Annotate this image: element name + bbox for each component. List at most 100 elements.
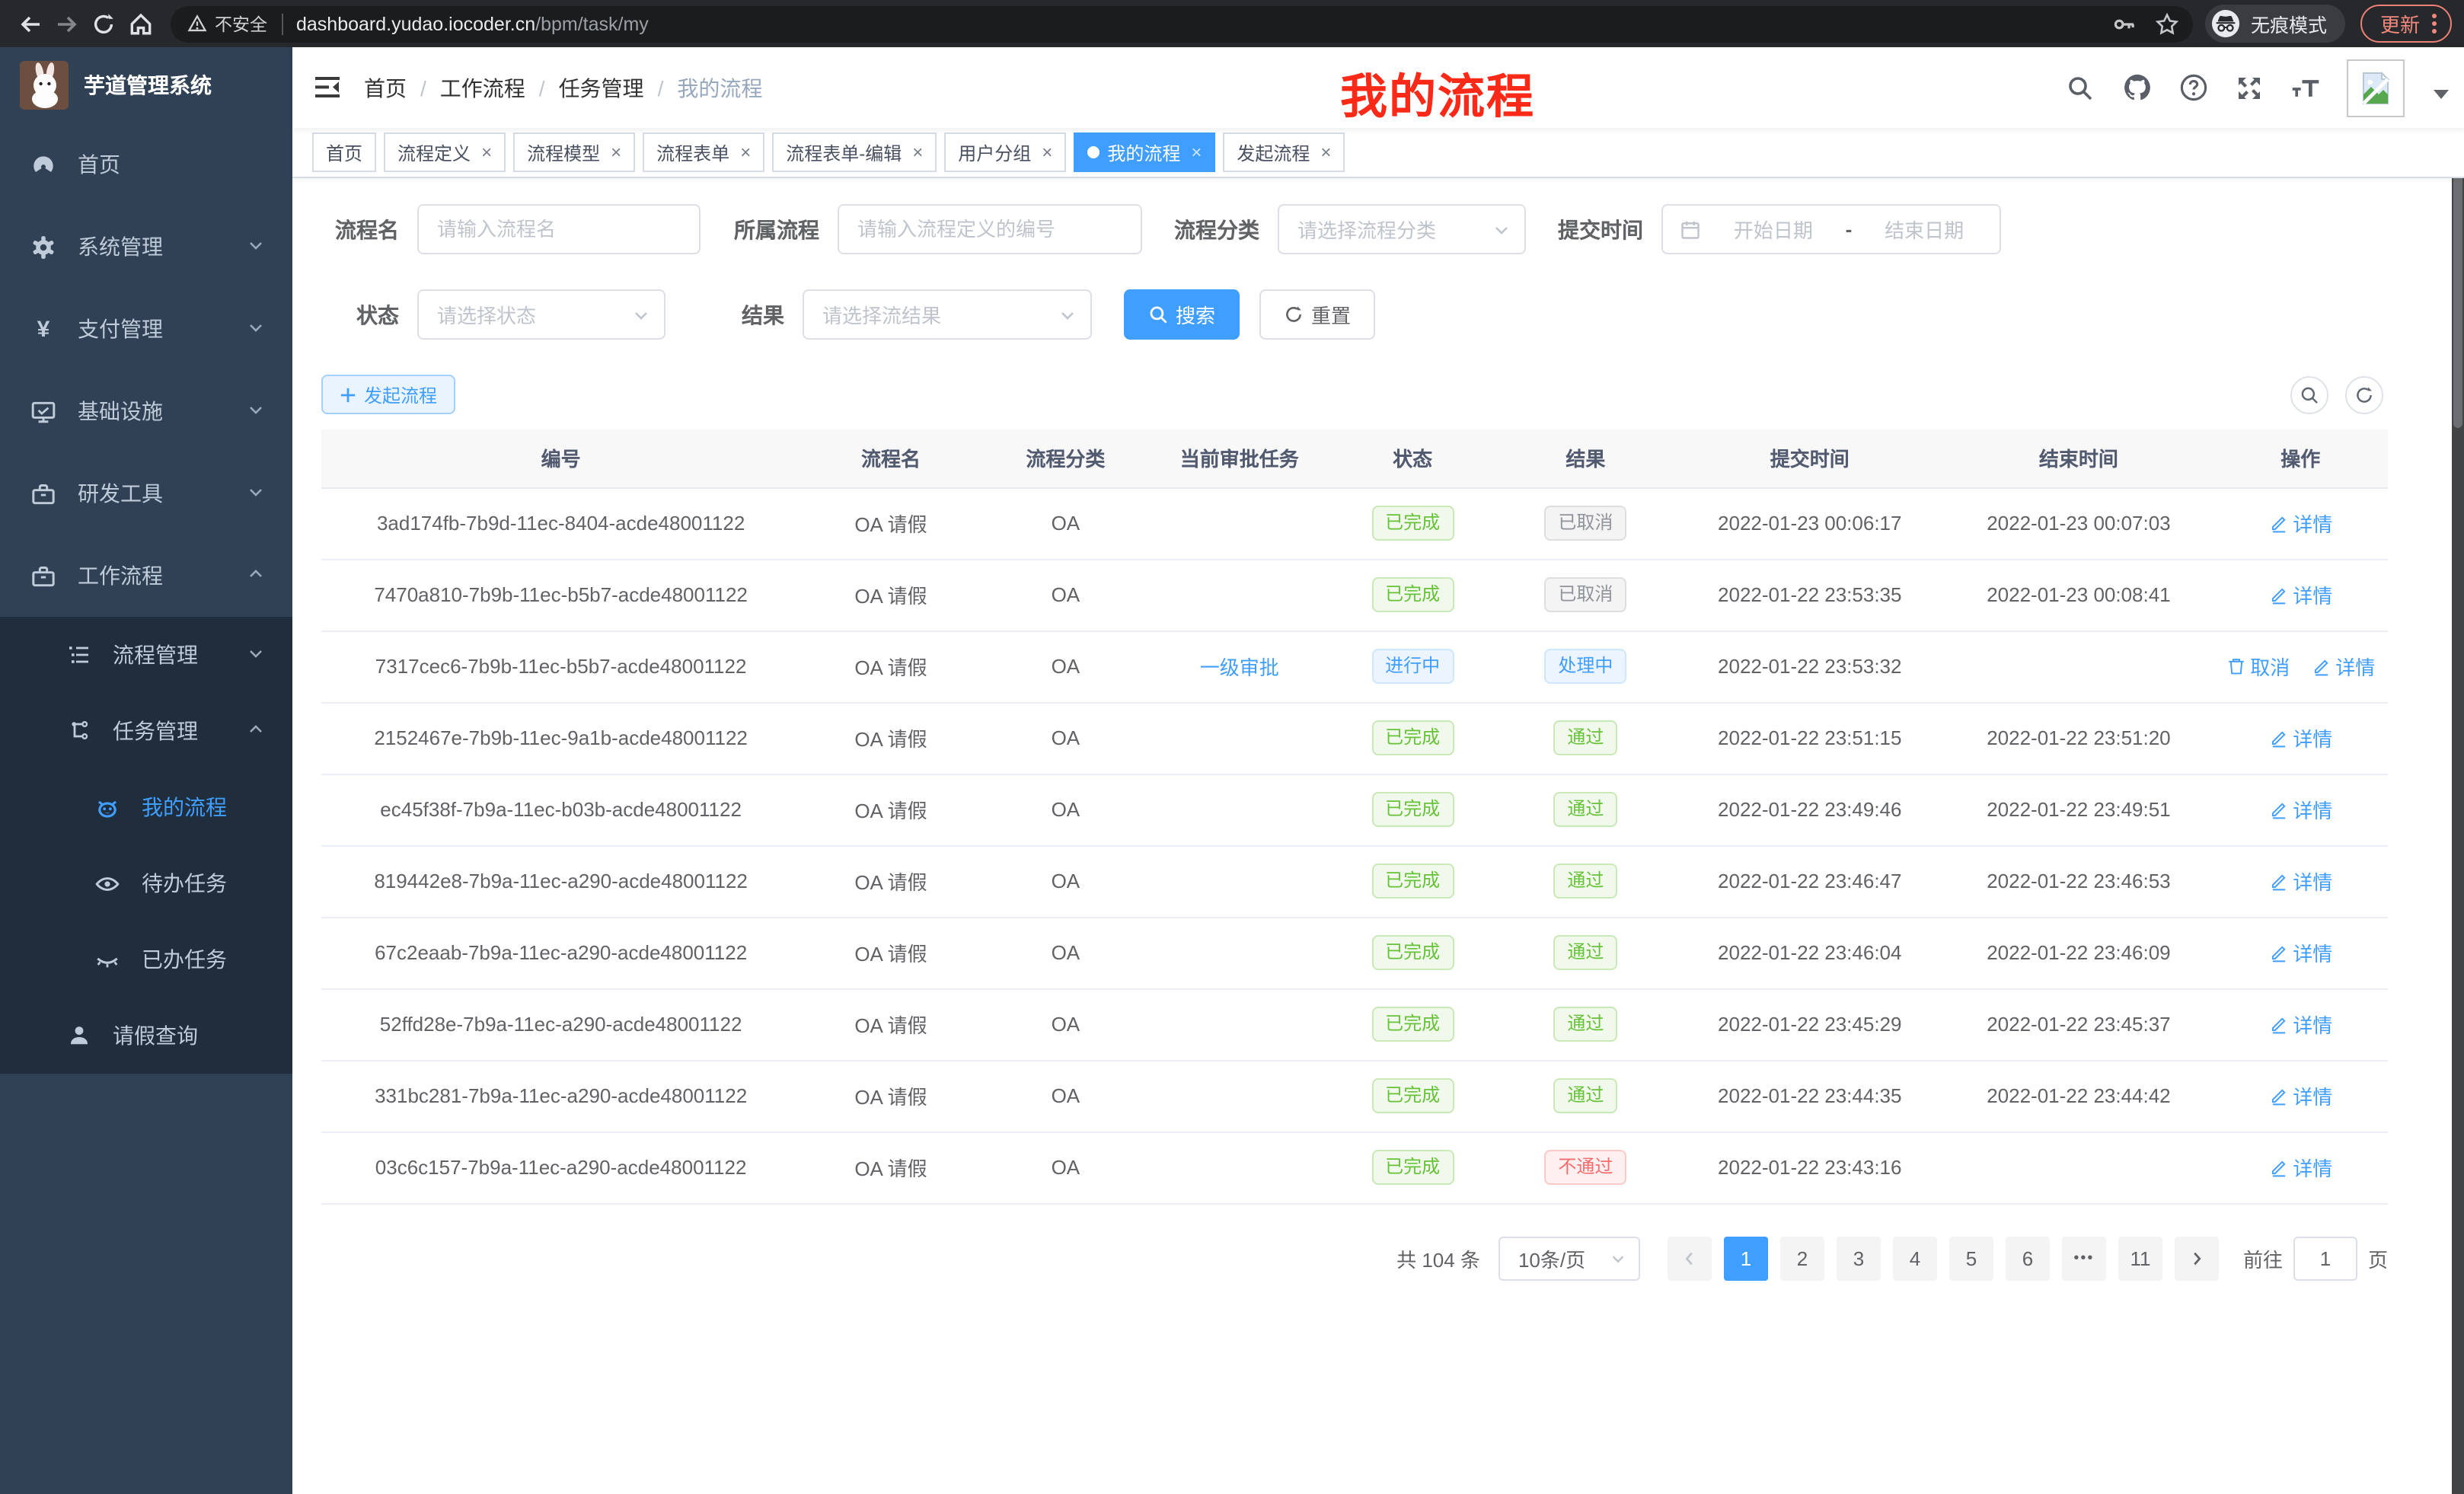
process-definition-input[interactable] <box>838 204 1142 254</box>
tab-流程定义[interactable]: 流程定义× <box>384 132 506 172</box>
process-name-input[interactable] <box>417 204 701 254</box>
detail-action[interactable]: 详情 <box>2268 580 2332 609</box>
browser-back-icon[interactable] <box>12 5 49 42</box>
date-end-placeholder[interactable]: 结束日期 <box>1866 215 1983 244</box>
sidebar-collapse-icon[interactable] <box>292 76 364 99</box>
security-chip[interactable]: 不安全 <box>187 11 267 36</box>
sidebar-item-dev[interactable]: 研发工具 <box>0 452 292 535</box>
password-key-icon[interactable] <box>2108 7 2141 40</box>
cell-actions: 详情 <box>2213 1060 2388 1132</box>
tab-流程表单[interactable]: 流程表单× <box>643 132 764 172</box>
sidebar-item-task-manage[interactable]: 任务管理 <box>0 693 292 769</box>
goto-page-input[interactable] <box>2293 1236 2357 1280</box>
table-search-toggle-button[interactable] <box>2290 375 2328 413</box>
sidebar-item-done[interactable]: 已办任务 <box>0 921 292 998</box>
page-button-3[interactable]: 3 <box>1837 1236 1881 1280</box>
tab-close-icon[interactable]: × <box>481 142 492 163</box>
github-icon[interactable] <box>2121 72 2152 103</box>
result-select[interactable]: 请选择流结果 <box>803 289 1092 340</box>
breadcrumb-task[interactable]: 任务管理 <box>559 72 644 103</box>
tab-首页[interactable]: 首页 <box>312 132 376 172</box>
tab-流程模型[interactable]: 流程模型× <box>513 132 635 172</box>
detail-action[interactable]: 详情 <box>2268 723 2332 752</box>
search-button[interactable]: 搜索 <box>1124 289 1240 340</box>
browser-home-icon[interactable] <box>122 5 158 42</box>
page-button-11[interactable]: 11 <box>2118 1236 2162 1280</box>
bookmark-star-icon[interactable] <box>2150 7 2184 40</box>
submit-time-range[interactable]: 开始日期 - 结束日期 <box>1661 204 2001 254</box>
cell-result: 通过 <box>1496 845 1675 917</box>
cell-name: OA 请假 <box>800 487 981 559</box>
table-refresh-button[interactable] <box>2345 375 2383 413</box>
create-process-button[interactable]: 发起流程 <box>321 375 455 414</box>
breadcrumb-home[interactable]: 首页 <box>364 72 407 103</box>
result-badge: 通过 <box>1553 935 1617 970</box>
page-button-1[interactable]: 1 <box>1724 1236 1768 1280</box>
sidebar-item-workflow[interactable]: 工作流程 <box>0 535 292 617</box>
app-logo[interactable]: 芋道管理系统 <box>0 47 292 123</box>
tab-close-icon[interactable]: × <box>1042 142 1052 163</box>
cell-name: OA 请假 <box>800 774 981 845</box>
prev-page-button[interactable] <box>1668 1236 1712 1280</box>
date-start-placeholder[interactable]: 开始日期 <box>1715 215 1832 244</box>
tab-我的流程[interactable]: 我的流程× <box>1074 132 1215 172</box>
font-size-icon[interactable] <box>2290 72 2321 103</box>
sidebar-item-home[interactable]: 首页 <box>0 123 292 206</box>
page-ellipsis[interactable]: ••• <box>2062 1236 2106 1280</box>
reset-button[interactable]: 重置 <box>1259 289 1375 340</box>
address-bar[interactable]: 不安全 dashboard.yudao.iocoder.cn/bpm/task/… <box>171 5 2193 42</box>
browser-reload-icon[interactable] <box>85 5 122 42</box>
tab-close-icon[interactable]: × <box>912 142 923 163</box>
detail-action[interactable]: 详情 <box>2268 1153 2332 1182</box>
fullscreen-icon[interactable] <box>2234 72 2265 103</box>
cell-actions: 详情 <box>2213 845 2388 917</box>
tab-用户分组[interactable]: 用户分组× <box>944 132 1066 172</box>
tab-发起流程[interactable]: 发起流程× <box>1223 132 1345 172</box>
page-scrollbar[interactable] <box>2452 47 2464 1494</box>
category-select[interactable]: 请选择流程分类 <box>1278 204 1526 254</box>
sidebar-item-infra[interactable]: 基础设施 <box>0 370 292 452</box>
page-button-2[interactable]: 2 <box>1780 1236 1824 1280</box>
tab-close-icon[interactable]: × <box>611 142 621 163</box>
avatar[interactable] <box>2347 59 2405 117</box>
tab-close-icon[interactable]: × <box>1320 142 1331 163</box>
update-button[interactable]: 更新 <box>2360 5 2452 43</box>
cancel-action[interactable]: 取消 <box>2226 652 2290 681</box>
sidebar-item-process-manage[interactable]: 流程管理 <box>0 617 292 693</box>
sidebar-item-my-process[interactable]: 我的流程 <box>0 769 292 845</box>
detail-action[interactable]: 详情 <box>2268 938 2332 967</box>
page-button-5[interactable]: 5 <box>1949 1236 1993 1280</box>
search-icon[interactable] <box>2065 72 2095 103</box>
detail-action[interactable]: 详情 <box>2268 867 2332 895</box>
page-button-6[interactable]: 6 <box>2006 1236 2050 1280</box>
status-select[interactable]: 请选择状态 <box>417 289 665 340</box>
detail-action[interactable]: 详情 <box>2268 795 2332 824</box>
browser-menu-icon[interactable] <box>2432 14 2437 34</box>
detail-action[interactable]: 详情 <box>2268 1081 2332 1110</box>
avatar-dropdown-caret[interactable] <box>2434 90 2449 107</box>
tab-流程表单-编辑[interactable]: 流程表单-编辑× <box>772 132 937 172</box>
approval-task-link[interactable]: 一级审批 <box>1200 656 1279 679</box>
edit-pencil-icon <box>2268 1157 2288 1177</box>
page-button-4[interactable]: 4 <box>1893 1236 1937 1280</box>
tab-close-icon[interactable]: × <box>740 142 751 163</box>
pagination-total: 共 104 条 <box>1396 1243 1480 1272</box>
table-row: 819442e8-7b9a-11ec-a290-acde48001122OA 请… <box>321 845 2388 917</box>
url-text[interactable]: dashboard.yudao.iocoder.cn/bpm/task/my <box>296 13 2099 34</box>
filter-form: 流程名 所属流程 流程分类 请选择流程分类 <box>321 204 2388 340</box>
tab-close-icon[interactable]: × <box>1191 142 1202 163</box>
sidebar-item-leave-query[interactable]: 请假查询 <box>0 998 292 1074</box>
page-size-select[interactable]: 10条/页 <box>1499 1236 1640 1280</box>
browser-forward-icon[interactable] <box>49 5 85 42</box>
sidebar-item-todo[interactable]: 待办任务 <box>0 845 292 921</box>
plus-icon <box>340 386 356 403</box>
detail-action[interactable]: 详情 <box>2268 1010 2332 1039</box>
next-page-button[interactable] <box>2175 1236 2219 1280</box>
detail-action[interactable]: 详情 <box>2311 652 2375 681</box>
breadcrumb-workflow[interactable]: 工作流程 <box>440 72 525 103</box>
cell-end-time <box>1944 1132 2213 1203</box>
sidebar-item-system[interactable]: 系统管理 <box>0 206 292 288</box>
sidebar-item-pay[interactable]: ¥ 支付管理 <box>0 288 292 370</box>
help-icon[interactable] <box>2178 72 2208 103</box>
detail-action[interactable]: 详情 <box>2268 509 2332 538</box>
